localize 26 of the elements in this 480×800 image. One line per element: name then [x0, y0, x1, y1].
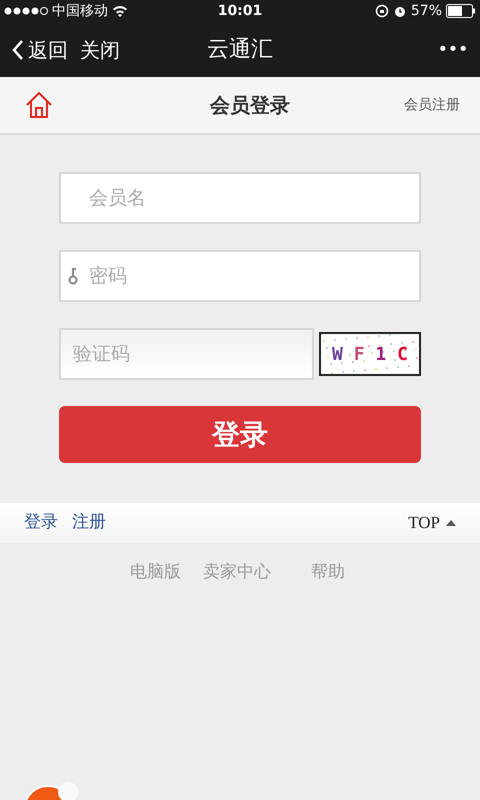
caret-up-icon: [446, 520, 456, 526]
top-link[interactable]: TOP: [408, 510, 456, 536]
page-title: 会员登录: [208, 92, 291, 119]
carrier-name: 中国移动: [52, 2, 108, 20]
close-button[interactable]: 关闭: [80, 34, 120, 64]
rotation-lock-icon: [374, 4, 389, 18]
login-button[interactable]: 登录: [59, 406, 421, 463]
nav-title: 云通汇: [206, 36, 274, 64]
captcha-field[interactable]: 验证码: [59, 328, 314, 380]
password-field[interactable]: 密码: [59, 250, 421, 302]
battery-icon: [446, 4, 476, 18]
register-link[interactable]: 会员注册: [404, 94, 460, 116]
status-time: 10:01: [216, 2, 264, 20]
more-button[interactable]: •••: [338, 36, 468, 63]
home-icon: [24, 90, 54, 120]
chevron-left-icon: [12, 38, 24, 60]
username-field[interactable]: 会员名: [59, 172, 421, 224]
footer-link[interactable]: 注册: [72, 510, 106, 536]
captcha-image[interactable]: W F 1 C: [319, 332, 421, 376]
alarm-icon: [392, 4, 407, 18]
footer-link[interactable]: 登录: [24, 510, 58, 536]
battery-percent: 57%: [410, 2, 442, 20]
key-icon: [68, 267, 78, 285]
signal-icon: [4, 5, 48, 17]
back-button[interactable]: 返回: [12, 34, 68, 64]
wifi-icon: [112, 5, 128, 17]
